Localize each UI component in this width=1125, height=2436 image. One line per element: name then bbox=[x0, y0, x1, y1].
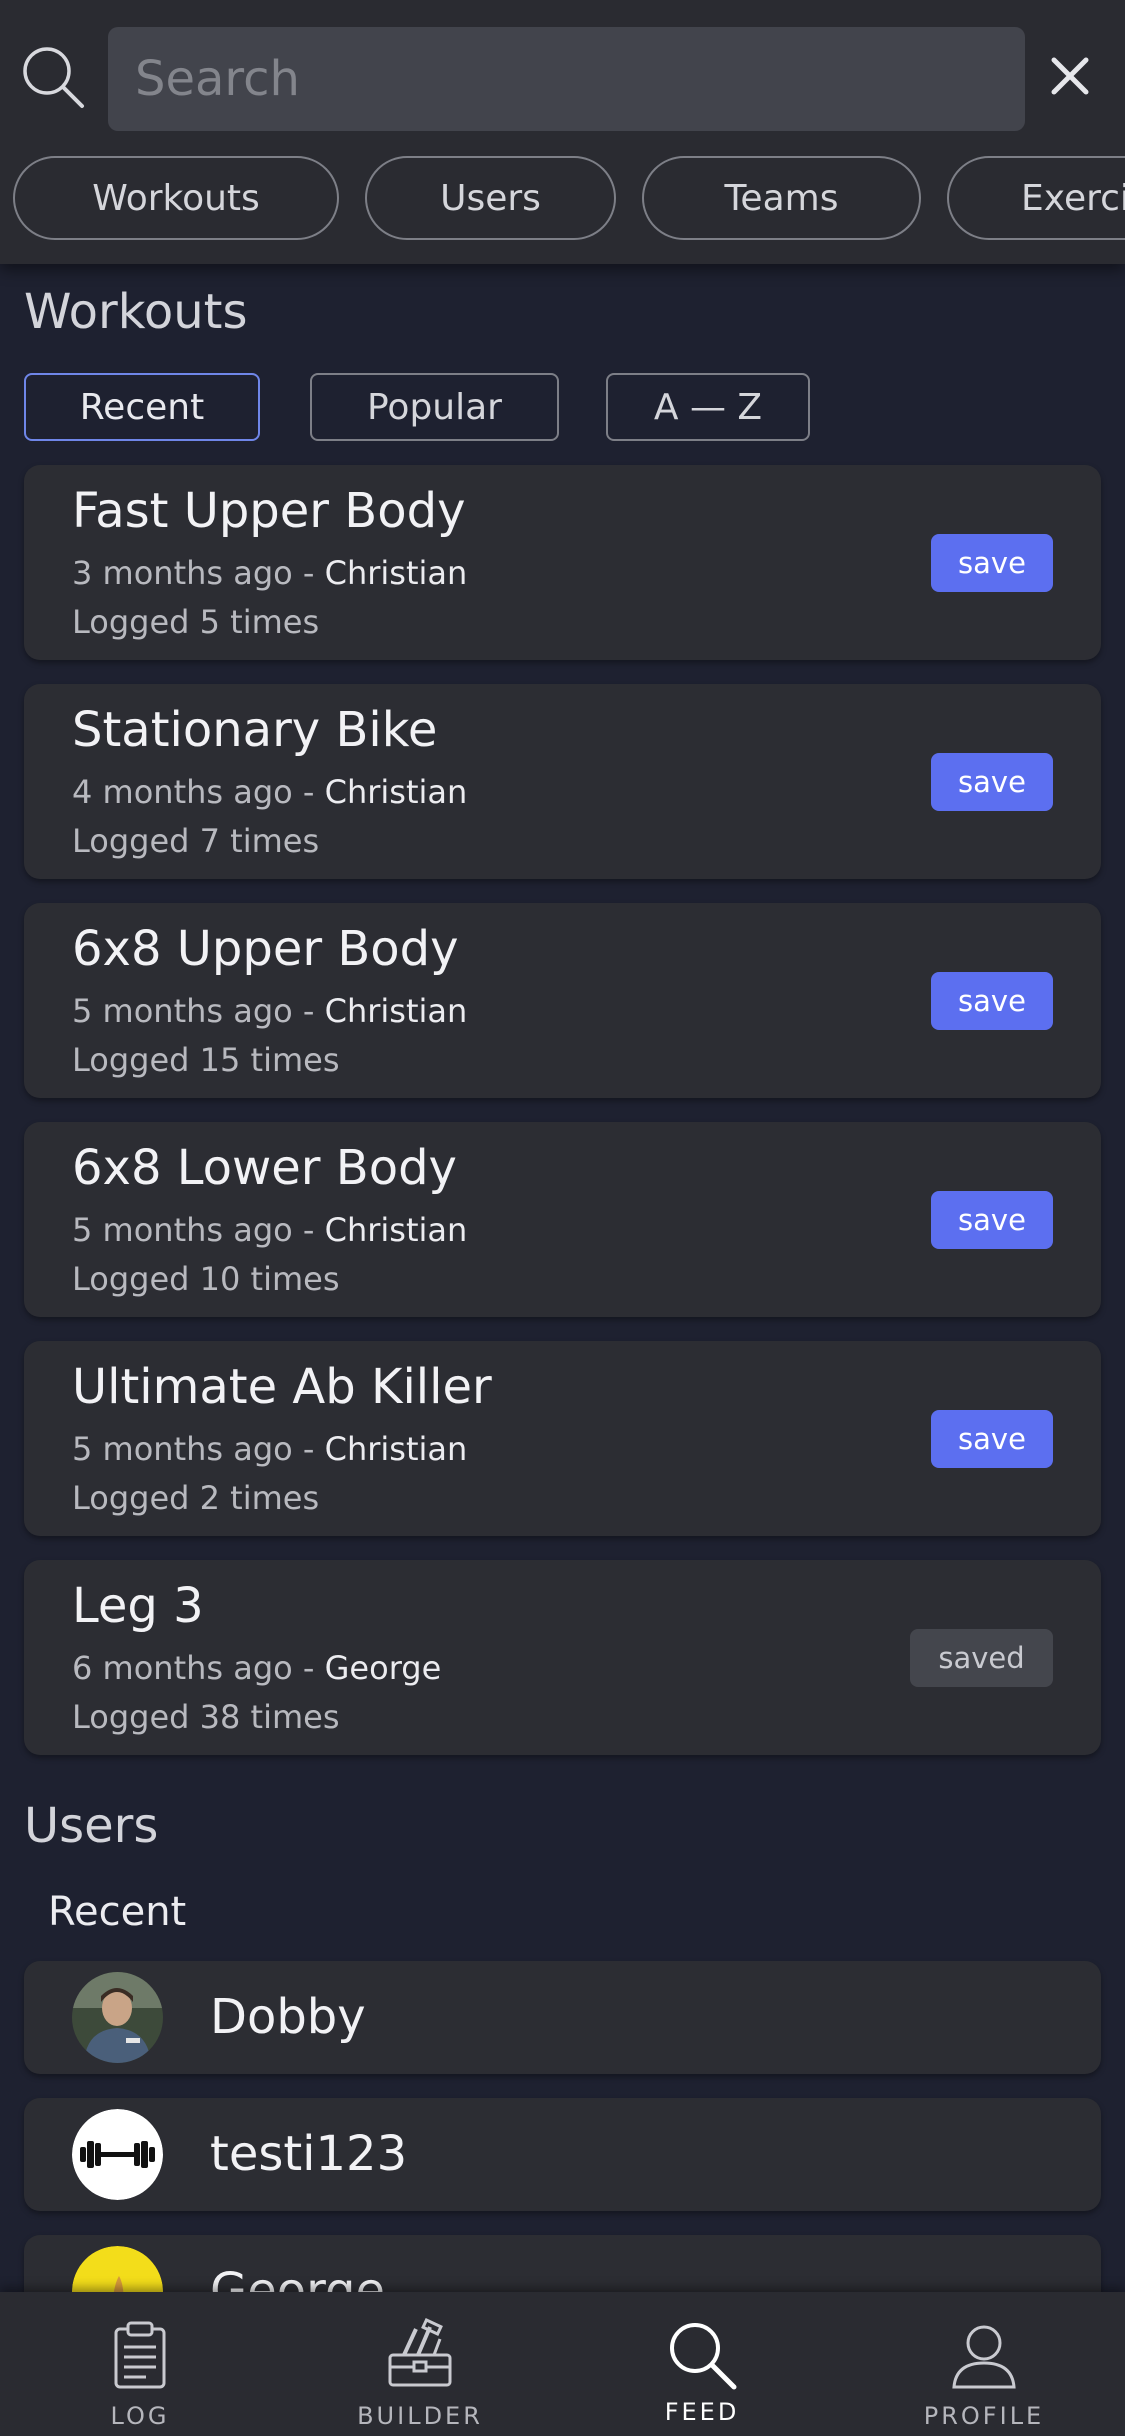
users-section-title: Users bbox=[24, 1798, 159, 1854]
workout-card[interactable]: 6x8 Lower Body 5 months ago - Christian … bbox=[24, 1122, 1101, 1317]
person-icon bbox=[952, 2325, 1016, 2389]
search-input[interactable] bbox=[108, 27, 1025, 131]
workout-logged-count: Logged 38 times bbox=[72, 1698, 340, 1736]
category-tab-teams[interactable]: Teams bbox=[642, 156, 921, 240]
workouts-section-title: Workouts bbox=[24, 284, 248, 340]
saved-button[interactable]: saved bbox=[910, 1629, 1053, 1687]
meta-separator: - bbox=[302, 1430, 315, 1468]
workout-title: Stationary Bike bbox=[72, 702, 438, 758]
save-button[interactable]: save bbox=[931, 972, 1053, 1030]
nav-item-profile[interactable]: PROFILE bbox=[884, 2292, 1084, 2436]
sort-tab-recent[interactable]: Recent bbox=[24, 373, 260, 441]
save-button[interactable]: save bbox=[931, 1410, 1053, 1468]
meta-separator: - bbox=[302, 1649, 315, 1687]
save-button[interactable]: save bbox=[931, 534, 1053, 592]
clipboard-icon bbox=[114, 2321, 166, 2389]
workout-logged-count: Logged 5 times bbox=[72, 603, 320, 641]
search-icon[interactable] bbox=[18, 42, 88, 112]
sort-tab-a-z[interactable]: A — Z bbox=[606, 373, 810, 441]
workout-author[interactable]: Christian bbox=[325, 554, 468, 592]
category-tab-workouts[interactable]: Workouts bbox=[13, 156, 339, 240]
workout-card[interactable]: 6x8 Upper Body 5 months ago - Christian … bbox=[24, 903, 1101, 1098]
user-photo-avatar bbox=[72, 1972, 163, 2063]
workout-meta: 5 months ago - Christian bbox=[72, 992, 467, 1030]
workout-logged-count: Logged 2 times bbox=[72, 1479, 320, 1517]
save-button[interactable]: save bbox=[931, 753, 1053, 811]
users-recent-label: Recent bbox=[48, 1889, 187, 1935]
workout-card[interactable]: Ultimate Ab Killer 5 months ago - Christ… bbox=[24, 1341, 1101, 1536]
workout-author[interactable]: Christian bbox=[325, 1430, 468, 1468]
category-tab-exercises[interactable]: Exercises bbox=[947, 156, 1125, 240]
user-name: Dobby bbox=[210, 1989, 366, 2045]
toolbox-icon bbox=[388, 2318, 452, 2387]
workout-author[interactable]: Christian bbox=[325, 773, 468, 811]
search-icon bbox=[670, 2323, 737, 2390]
workout-age: 5 months ago bbox=[72, 1211, 293, 1249]
meta-separator: - bbox=[302, 554, 315, 592]
category-tabs: Workouts Users Teams Exercises bbox=[13, 156, 1125, 240]
search-header: Workouts Users Teams Exercises bbox=[0, 0, 1125, 264]
nav-item-feed[interactable]: FEED bbox=[602, 2292, 802, 2436]
workout-title: 6x8 Lower Body bbox=[72, 1140, 457, 1196]
workout-age: 5 months ago bbox=[72, 992, 293, 1030]
workout-meta: 4 months ago - Christian bbox=[72, 773, 467, 811]
close-icon[interactable] bbox=[1046, 52, 1094, 100]
workout-author[interactable]: Christian bbox=[325, 1211, 468, 1249]
nav-label-log: LOG bbox=[110, 2402, 170, 2430]
nav-label-profile: PROFILE bbox=[923, 2402, 1045, 2430]
workout-age: 5 months ago bbox=[72, 1430, 293, 1468]
app-screen: Workouts Users Teams Exercises Workouts … bbox=[0, 0, 1125, 2436]
workout-title: 6x8 Upper Body bbox=[72, 921, 459, 977]
workout-age: 3 months ago bbox=[72, 554, 293, 592]
workout-author[interactable]: Christian bbox=[325, 992, 468, 1030]
meta-separator: - bbox=[302, 773, 315, 811]
workout-age: 4 months ago bbox=[72, 773, 293, 811]
sort-tab-popular[interactable]: Popular bbox=[310, 373, 559, 441]
workout-meta: 5 months ago - Christian bbox=[72, 1430, 467, 1468]
workout-card[interactable]: Fast Upper Body 3 months ago - Christian… bbox=[24, 465, 1101, 660]
workout-meta: 3 months ago - Christian bbox=[72, 554, 467, 592]
workout-logged-count: Logged 15 times bbox=[72, 1041, 340, 1079]
category-tab-users[interactable]: Users bbox=[365, 156, 616, 240]
nav-item-log[interactable]: LOG bbox=[40, 2292, 240, 2436]
workout-title: Fast Upper Body bbox=[72, 483, 466, 539]
save-button[interactable]: save bbox=[931, 1191, 1053, 1249]
workout-age: 6 months ago bbox=[72, 1649, 293, 1687]
workout-logged-count: Logged 10 times bbox=[72, 1260, 340, 1298]
workout-card[interactable]: Stationary Bike 4 months ago - Christian… bbox=[24, 684, 1101, 879]
workout-title: Leg 3 bbox=[72, 1578, 204, 1634]
nav-label-feed: FEED bbox=[664, 2398, 740, 2426]
workout-title: Ultimate Ab Killer bbox=[72, 1359, 492, 1415]
user-name: testi123 bbox=[210, 2126, 408, 2182]
workout-logged-count: Logged 7 times bbox=[72, 822, 320, 860]
bottom-nav: LOG BUILDER FEED PROFILE bbox=[0, 2292, 1125, 2436]
dumbbell-avatar bbox=[72, 2109, 163, 2200]
user-row[interactable]: testi123 bbox=[24, 2098, 1101, 2211]
nav-label-builder: BUILDER bbox=[357, 2402, 483, 2430]
workout-meta: 6 months ago - George bbox=[72, 1649, 441, 1687]
meta-separator: - bbox=[302, 1211, 315, 1249]
user-row[interactable]: Dobby bbox=[24, 1961, 1101, 2074]
meta-separator: - bbox=[302, 992, 315, 1030]
nav-item-builder[interactable]: BUILDER bbox=[320, 2292, 520, 2436]
workout-meta: 5 months ago - Christian bbox=[72, 1211, 467, 1249]
workout-author[interactable]: George bbox=[325, 1649, 442, 1687]
workout-card[interactable]: Leg 3 6 months ago - George Logged 38 ti… bbox=[24, 1560, 1101, 1755]
